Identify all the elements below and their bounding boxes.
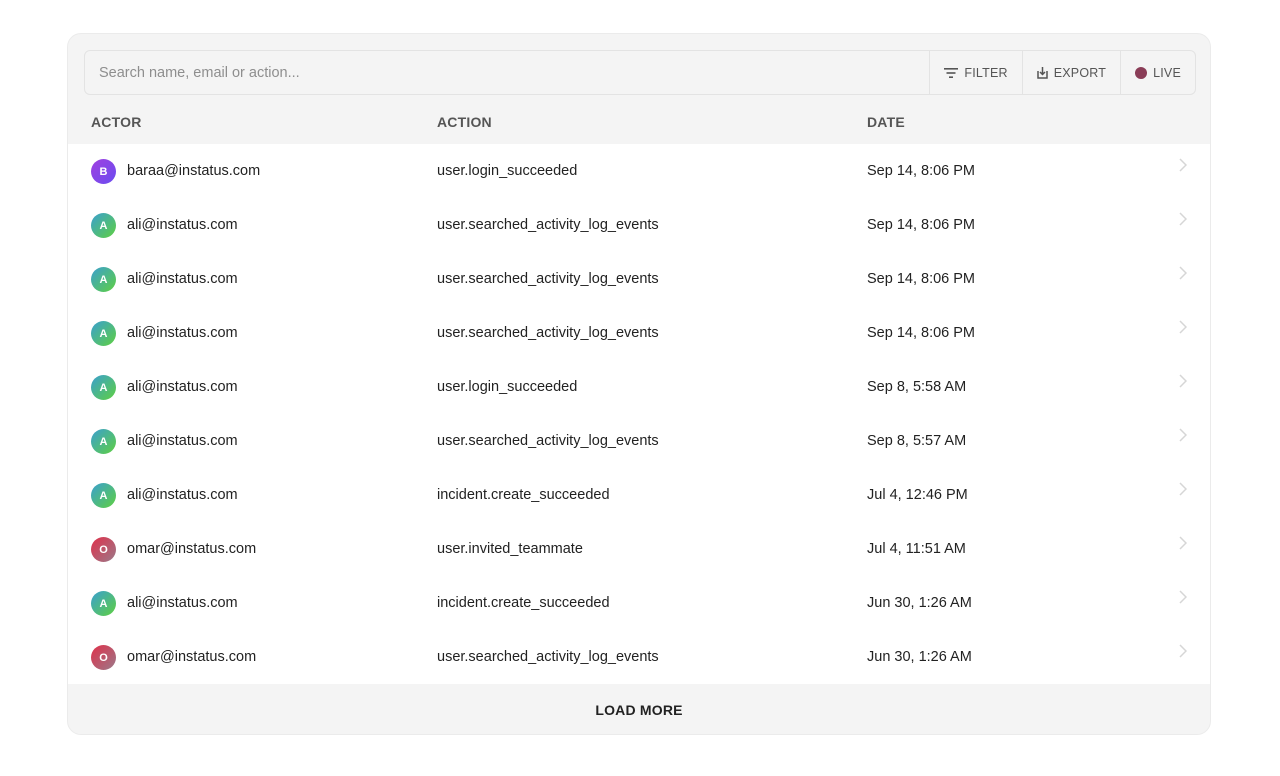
actor-email: ali@instatus.com (127, 595, 238, 611)
avatar: A (91, 429, 116, 454)
header-action: ACTION (437, 114, 492, 130)
chevron-right-icon (1179, 536, 1187, 550)
table-row[interactable]: Aali@instatus.com incident.create_succeed… (68, 468, 1210, 522)
chevron-right-icon (1179, 320, 1187, 334)
table-footer: LOAD MORE (68, 684, 1210, 734)
actor-email: ali@instatus.com (127, 433, 238, 449)
chevron-right-icon (1179, 212, 1187, 226)
header-date: DATE (867, 114, 905, 130)
chevron-right-icon (1179, 590, 1187, 604)
table-row[interactable]: Aali@instatus.com user.login_succeeded Sep… (68, 360, 1210, 414)
actor-email: omar@instatus.com (127, 541, 257, 557)
table-row[interactable]: Aali@instatus.com user.searched_activity_… (68, 252, 1210, 306)
avatar: A (91, 591, 116, 616)
event-date: Jul 4, 12:46 PM (867, 487, 968, 503)
avatar: B (91, 159, 116, 184)
actor-email: ali@instatus.com (127, 325, 238, 341)
action-name: user.searched_activity_log_events (437, 649, 659, 665)
chevron-right-icon (1179, 266, 1187, 280)
load-more-button[interactable]: LOAD MORE (589, 701, 688, 719)
table-row[interactable]: Aali@instatus.com incident.create_succeed… (68, 576, 1210, 630)
export-label: EXPORT (1053, 65, 1107, 80)
action-name: user.login_succeeded (437, 379, 578, 395)
live-dot-icon (1135, 66, 1148, 79)
event-date: Sep 14, 8:06 PM (867, 271, 976, 287)
event-date: Jul 4, 11:51 AM (867, 541, 966, 557)
event-date: Sep 14, 8:06 PM (867, 217, 976, 233)
live-toggle[interactable]: LIVE (1120, 51, 1195, 94)
table-row[interactable]: Bbaraa@instatus.com user.login_succeeded S… (68, 144, 1210, 198)
action-name: user.searched_activity_log_events (437, 271, 659, 287)
export-icon (1036, 66, 1048, 79)
table-row[interactable]: Aali@instatus.com user.searched_activity_… (68, 414, 1210, 468)
action-name: user.invited_teammate (437, 541, 583, 557)
event-date: Sep 8, 5:58 AM (867, 379, 967, 395)
action-name: incident.create_succeeded (437, 487, 610, 503)
search-wrapper (85, 51, 930, 94)
table-row[interactable]: Aali@instatus.com user.searched_activity_… (68, 306, 1210, 360)
search-input[interactable] (97, 63, 930, 82)
chevron-right-icon (1179, 428, 1187, 442)
avatar: A (91, 267, 116, 292)
export-button[interactable]: EXPORT (1021, 51, 1120, 94)
actor-email: ali@instatus.com (127, 487, 238, 503)
filter-icon (944, 67, 959, 78)
actor-email: ali@instatus.com (127, 217, 238, 233)
action-name: user.searched_activity_log_events (437, 325, 659, 341)
actor-email: ali@instatus.com (127, 379, 238, 395)
actor-email: baraa@instatus.com (127, 163, 261, 179)
avatar: A (91, 375, 116, 400)
activity-log-panel: FILTER EXPORT LIVE ACTOR ACTION DATE Bba… (67, 33, 1211, 735)
table-header: ACTOR ACTION DATE (68, 104, 1210, 144)
chevron-right-icon (1179, 374, 1187, 388)
action-name: user.searched_activity_log_events (437, 217, 659, 233)
action-name: user.searched_activity_log_events (437, 433, 659, 449)
table-body: Bbaraa@instatus.com user.login_succeeded S… (68, 144, 1210, 684)
live-label: LIVE (1153, 65, 1181, 80)
avatar: A (91, 213, 116, 238)
event-date: Jun 30, 1:26 AM (867, 595, 972, 611)
chevron-right-icon (1179, 158, 1187, 172)
filter-button[interactable]: FILTER (929, 51, 1021, 94)
filter-label: FILTER (964, 65, 1008, 80)
avatar: A (91, 483, 116, 508)
toolbar: FILTER EXPORT LIVE (84, 50, 1196, 95)
event-date: Sep 14, 8:06 PM (867, 163, 976, 179)
actor-email: ali@instatus.com (127, 271, 238, 287)
action-name: user.login_succeeded (437, 163, 578, 179)
actor-email: omar@instatus.com (127, 649, 257, 665)
table-row[interactable]: Oomar@instatus.com user.searched_activity… (68, 630, 1210, 684)
avatar: A (91, 321, 116, 346)
event-date: Jun 30, 1:26 AM (867, 649, 972, 665)
table-row[interactable]: Oomar@instatus.com user.invited_teammate J… (68, 522, 1210, 576)
avatar: O (91, 537, 116, 562)
action-name: incident.create_succeeded (437, 595, 610, 611)
event-date: Sep 8, 5:57 AM (867, 433, 967, 449)
table-row[interactable]: Aali@instatus.com user.searched_activity_… (68, 198, 1210, 252)
header-actor: ACTOR (91, 114, 142, 130)
avatar: O (91, 645, 116, 670)
chevron-right-icon (1179, 644, 1187, 658)
chevron-right-icon (1179, 482, 1187, 496)
event-date: Sep 14, 8:06 PM (867, 325, 976, 341)
